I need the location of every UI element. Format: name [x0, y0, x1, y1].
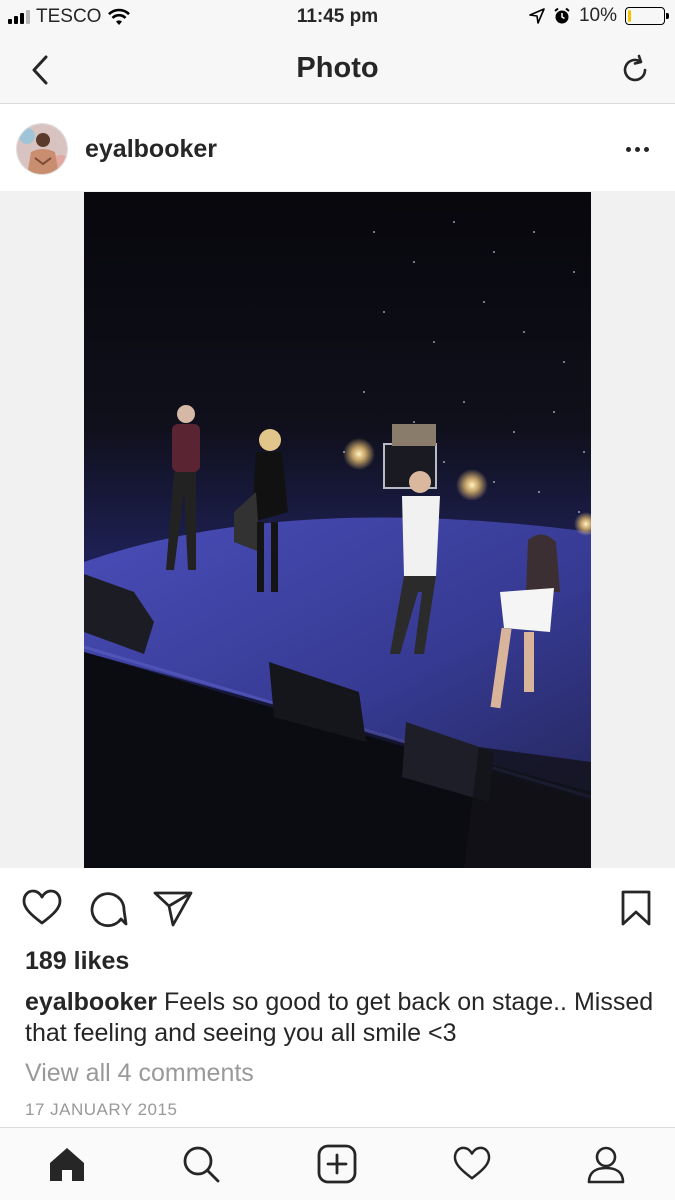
nav-bar: Photo: [0, 36, 675, 104]
tab-home[interactable]: [45, 1142, 89, 1186]
tab-search[interactable]: [179, 1142, 223, 1186]
save-button[interactable]: [614, 886, 658, 930]
profile-icon: [587, 1146, 625, 1184]
post-photo-area: [0, 192, 675, 868]
post-photo[interactable]: [84, 192, 591, 868]
add-post-icon: [317, 1144, 357, 1184]
home-icon: [50, 1148, 84, 1181]
search-icon: [183, 1146, 220, 1183]
comment-button[interactable]: [86, 886, 130, 930]
send-icon: [153, 891, 193, 927]
location-arrow-icon: [529, 8, 545, 24]
view-all-comments-link[interactable]: View all 4 comments: [25, 1059, 254, 1088]
tab-new-post[interactable]: [315, 1142, 359, 1186]
bookmark-icon: [621, 890, 651, 926]
comment-icon: [90, 892, 128, 928]
caption-username[interactable]: eyalbooker: [25, 988, 157, 1016]
post-actions: [0, 878, 675, 938]
post-username[interactable]: eyalbooker: [85, 135, 217, 164]
heart-icon: [22, 889, 62, 925]
activity-heart-icon: [453, 1146, 491, 1180]
share-button[interactable]: [151, 886, 195, 930]
status-bar: TESCO 11:45 pm 10%: [0, 0, 675, 36]
post-header: eyalbooker: [0, 105, 675, 192]
avatar[interactable]: [16, 123, 68, 175]
post-caption: eyalbooker Feels so good to get back on …: [25, 987, 655, 1049]
alarm-icon: [554, 7, 570, 24]
tab-activity[interactable]: [450, 1142, 494, 1186]
tab-bar: [0, 1127, 675, 1200]
more-horizontal-icon: [625, 146, 631, 152]
refresh-icon: [623, 54, 647, 82]
battery-percent: 10%: [578, 5, 617, 26]
like-button[interactable]: [20, 886, 64, 930]
battery-level: [628, 10, 632, 22]
battery-icon: [625, 7, 669, 25]
post-date: 17 JANUARY 2015: [25, 1100, 178, 1119]
page-title: Photo: [296, 52, 379, 84]
tab-profile[interactable]: [584, 1142, 628, 1186]
likes-count[interactable]: 189 likes: [25, 947, 129, 976]
more-options-button[interactable]: [617, 137, 657, 161]
status-right: 10%: [529, 5, 669, 27]
refresh-button[interactable]: [615, 50, 655, 90]
